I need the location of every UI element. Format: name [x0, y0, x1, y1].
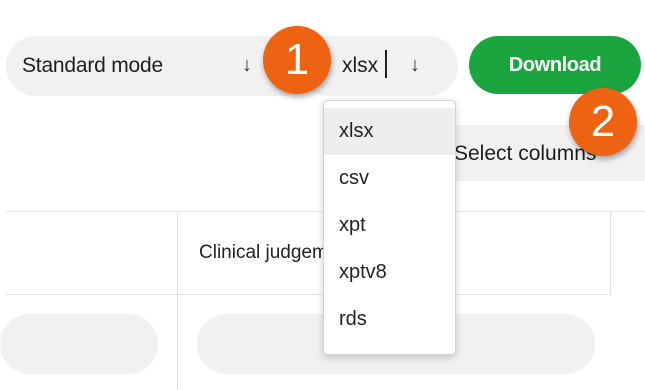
- table-header-bottom-border: [6, 294, 610, 295]
- table-column-divider: [610, 211, 611, 295]
- download-button[interactable]: Download: [469, 36, 641, 94]
- format-option-xpt[interactable]: xpt: [324, 202, 455, 249]
- mode-select-label: Standard mode: [22, 54, 163, 77]
- step-2-badge: 2: [569, 88, 637, 156]
- format-option-csv[interactable]: csv: [324, 155, 455, 202]
- format-option-rds[interactable]: rds: [324, 296, 455, 343]
- step-1-badge: 1: [263, 26, 331, 94]
- text-cursor: [385, 50, 387, 78]
- export-panel: Standard mode ↓ xlsx ↓ Download Select c…: [0, 0, 645, 390]
- arrow-down-icon: ↓: [242, 54, 252, 76]
- select-columns-label: Select columns: [454, 142, 597, 165]
- column-filter-input[interactable]: [0, 314, 158, 374]
- format-option-xptv8[interactable]: xptv8: [324, 249, 455, 296]
- table-column-divider: [177, 211, 178, 390]
- format-option-xlsx[interactable]: xlsx: [324, 108, 455, 155]
- format-dropdown-menu: xlsx csv xpt xptv8 rds: [323, 100, 456, 355]
- arrow-down-icon: ↓: [410, 54, 420, 76]
- format-select-value: xlsx: [342, 54, 379, 77]
